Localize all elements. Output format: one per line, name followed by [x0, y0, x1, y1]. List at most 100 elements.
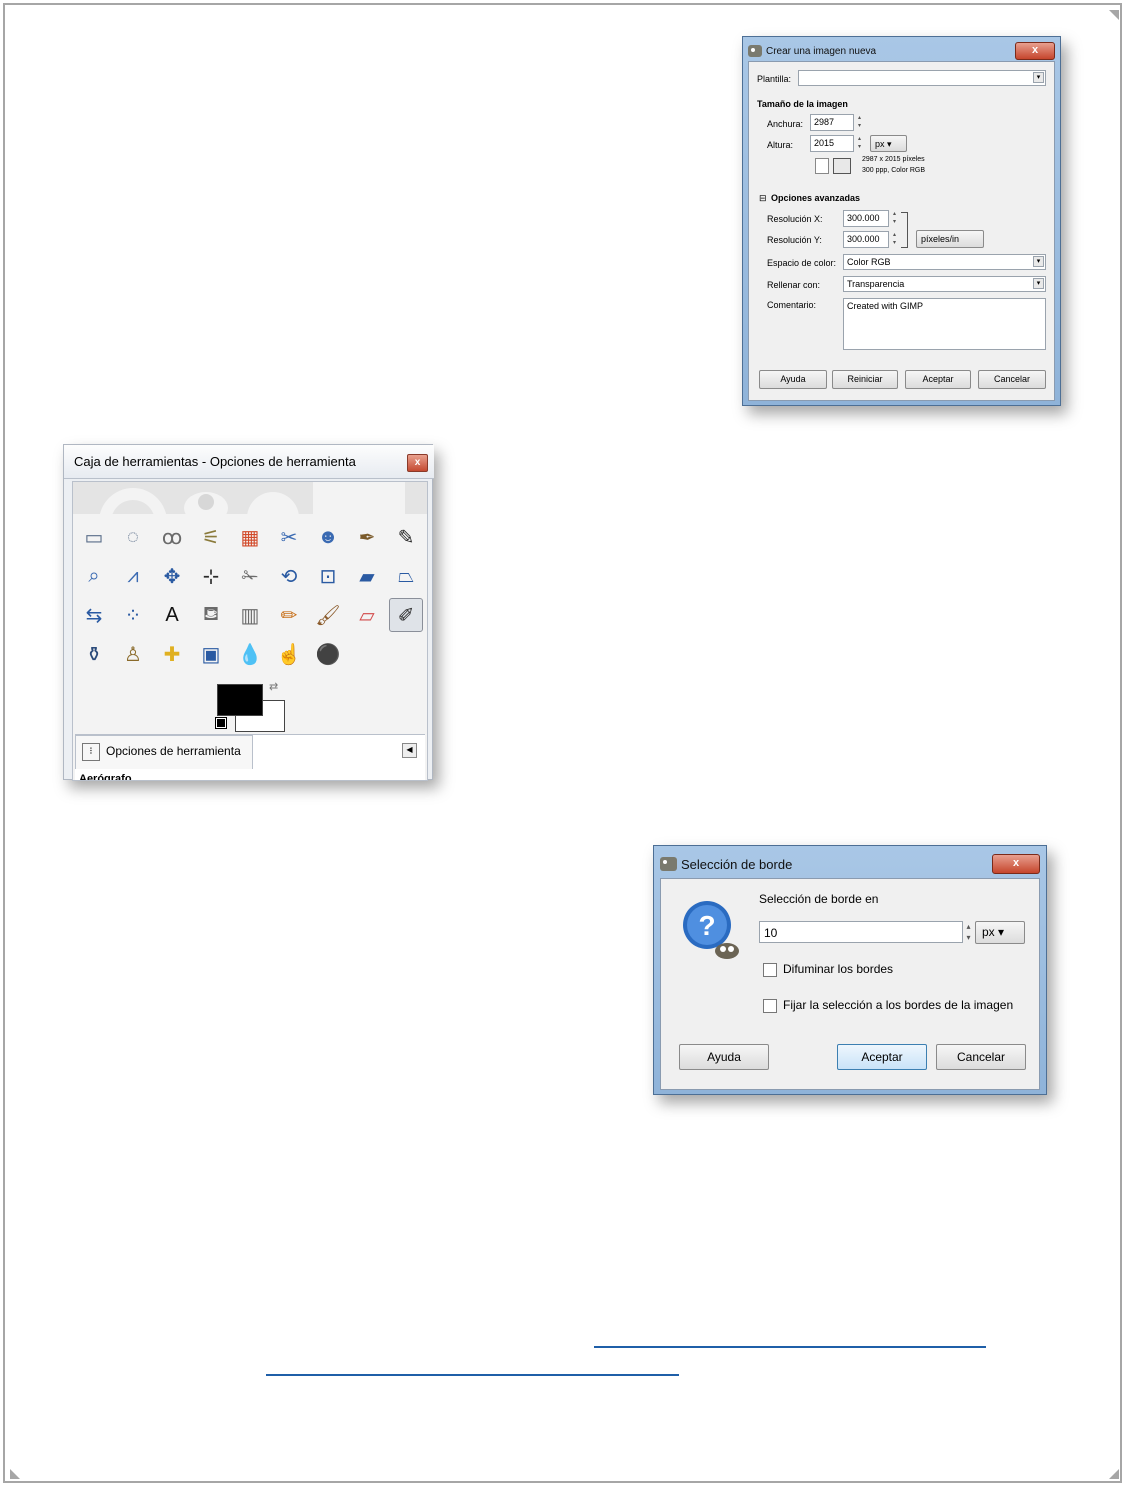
reset-button[interactable]: Reiniciar: [832, 370, 898, 389]
width-spinner[interactable]: ▴ ▾: [856, 114, 863, 132]
res-y-label: Resolución Y:: [767, 235, 822, 245]
clamp-checkbox[interactable]: [763, 999, 777, 1013]
color-picker-tool-icon[interactable]: ✎: [389, 520, 423, 554]
question-icon: ?: [683, 901, 739, 959]
landscape-icon[interactable]: [833, 158, 851, 174]
ink-tool-icon[interactable]: ⚱: [77, 637, 111, 671]
pencil-tool-icon[interactable]: ✏: [272, 598, 306, 632]
shear-tool-icon[interactable]: ▰: [350, 559, 384, 593]
portrait-icon[interactable]: [815, 158, 829, 174]
help-button[interactable]: Ayuda: [759, 370, 827, 389]
smudge-tool-icon[interactable]: ☝: [272, 637, 306, 671]
hyperlink-line-2[interactable]: [266, 1362, 679, 1376]
swap-colors-icon[interactable]: ⇄: [269, 680, 278, 693]
border-prompt-label: Selección de borde en: [759, 892, 879, 906]
new-image-dialog: Crear una imagen nueva x Plantilla: ▾ Ta…: [742, 36, 1061, 406]
feather-checkbox[interactable]: [763, 963, 777, 977]
hyperlink-line-1[interactable]: [594, 1334, 986, 1348]
fill-label: Rellenar con:: [767, 280, 821, 290]
template-select[interactable]: ▾: [798, 70, 1046, 86]
text-tool-icon[interactable]: A: [155, 598, 189, 632]
paintbrush-tool-icon[interactable]: 🖌: [311, 598, 345, 632]
clamp-label[interactable]: Fijar la selección a los bordes de la im…: [783, 998, 1013, 1012]
ellipse-select-tool-icon[interactable]: ◌: [116, 520, 150, 554]
colorspace-label: Espacio de color:: [767, 258, 837, 268]
accept-button[interactable]: Aceptar: [905, 370, 971, 389]
perspective-tool-icon[interactable]: ⏢: [389, 559, 423, 593]
default-colors-icon[interactable]: [215, 717, 227, 729]
advanced-options-heading[interactable]: Opciones avanzadas: [771, 193, 860, 203]
perspective-clone-tool-icon[interactable]: ▣: [194, 637, 228, 671]
comment-textarea[interactable]: Created with GIMP: [843, 298, 1046, 350]
blend-tool-icon[interactable]: ▥: [233, 598, 267, 632]
measure-tool-icon[interactable]: ⩘: [116, 559, 150, 593]
chain-link-icon[interactable]: [901, 212, 908, 248]
move-tool-icon[interactable]: ✥: [155, 559, 189, 593]
rect-select-tool-icon[interactable]: ▭: [77, 520, 111, 554]
toolbox-title: Caja de herramientas - Opciones de herra…: [74, 454, 356, 469]
corner-mark-bottom-right: [1109, 1469, 1119, 1479]
cage-transform-tool-icon[interactable]: ⁘: [116, 598, 150, 632]
heal-tool-icon[interactable]: ✚: [155, 637, 189, 671]
blur-sharpen-tool-icon[interactable]: 💧: [233, 637, 267, 671]
help-button[interactable]: Ayuda: [679, 1044, 769, 1070]
height-input[interactable]: 2015: [810, 135, 854, 152]
flip-tool-icon[interactable]: ⇆: [77, 598, 111, 632]
border-width-input[interactable]: 10: [759, 921, 963, 943]
select-by-color-tool-icon[interactable]: ▦: [233, 520, 267, 554]
dodge-burn-tool-icon[interactable]: ⚫: [311, 637, 345, 671]
new-image-title-bar[interactable]: Crear una imagen nueva x: [748, 42, 1055, 60]
border-title-bar[interactable]: Selección de borde x: [660, 852, 1040, 876]
zoom-tool-icon[interactable]: ⌕: [77, 559, 111, 593]
chevron-down-icon[interactable]: ▾: [1033, 278, 1044, 289]
height-spinner[interactable]: ▴ ▾: [856, 135, 863, 153]
feather-label[interactable]: Difuminar los bordes: [783, 962, 893, 976]
foreground-select-tool-icon[interactable]: ☻: [311, 520, 345, 554]
resolution-unit-dropdown[interactable]: píxeles/in: [916, 230, 984, 248]
foreground-color-swatch[interactable]: [217, 684, 263, 716]
paths-tool-icon[interactable]: ✒: [350, 520, 384, 554]
corner-mark-bottom-left: [10, 1469, 20, 1479]
cancel-button[interactable]: Cancelar: [936, 1044, 1026, 1070]
tab-tool-options[interactable]: ⁝ Opciones de herramienta: [75, 735, 253, 769]
align-tool-icon[interactable]: ⊹: [194, 559, 228, 593]
wilber-header-graphic: [73, 482, 427, 514]
colorspace-select[interactable]: Color RGB ▾: [843, 254, 1046, 270]
accept-button[interactable]: Aceptar: [837, 1044, 927, 1070]
collapse-icon[interactable]: ⊟: [759, 193, 767, 204]
res-x-input[interactable]: 300.000: [843, 210, 889, 227]
clone-tool-icon[interactable]: ♙: [116, 637, 150, 671]
fill-select[interactable]: Transparencia ▾: [843, 276, 1046, 292]
close-button[interactable]: x: [992, 854, 1040, 874]
res-x-spinner[interactable]: ▴ ▾: [891, 210, 898, 228]
size-info-line1: 2987 x 2015 píxeles: [862, 156, 925, 163]
airbrush-tool-icon[interactable]: ✐: [389, 598, 423, 632]
width-input[interactable]: 2987: [810, 114, 854, 131]
tab-menu-icon[interactable]: ◀: [402, 743, 417, 758]
bucket-fill-tool-icon[interactable]: ⛾: [194, 598, 228, 632]
res-y-input[interactable]: 300.000: [843, 231, 889, 248]
border-dialog-body: ? Selección de borde en 10 ▴ ▾ px ▾ Difum…: [660, 878, 1040, 1090]
crop-tool-icon[interactable]: ✁: [233, 559, 267, 593]
chevron-down-icon[interactable]: ▾: [1033, 256, 1044, 267]
close-button[interactable]: x: [1015, 42, 1055, 60]
chevron-down-icon[interactable]: ▾: [1033, 72, 1044, 83]
res-y-spinner[interactable]: ▴ ▾: [891, 231, 898, 249]
scissors-tool-icon[interactable]: ✂: [272, 520, 306, 554]
height-label: Altura:: [767, 140, 794, 150]
tool-options-panel: ⁝ Opciones de herramienta ◀ Aerógrafo: [75, 734, 425, 780]
toolbox-title-bar[interactable]: Caja de herramientas - Opciones de herra…: [64, 445, 434, 479]
gimp-icon: [660, 857, 677, 871]
fuzzy-select-tool-icon[interactable]: ⚟: [194, 520, 228, 554]
border-width-spinner[interactable]: ▴ ▾: [965, 921, 972, 943]
cancel-button[interactable]: Cancelar: [978, 370, 1046, 389]
eraser-tool-icon[interactable]: ▱: [350, 598, 384, 632]
border-unit-dropdown[interactable]: px ▾: [975, 921, 1025, 944]
rotate-tool-icon[interactable]: ⟲: [272, 559, 306, 593]
unit-dropdown[interactable]: px ▾: [870, 135, 907, 152]
tool-grid: ▭ ◌ ꝏ ⚟ ▦ ✂ ☻ ✒ ✎ ⌕ ⩘ ✥ ⊹ ✁ ⟲ ⊡ ▰ ⏢ ⇆ ⁘ A ⛾ ▥ ✏ 🖌 ▱ ✐ ⚱ ♙ ✚ ▣ 💧 ☝ ⚫: [73, 520, 427, 680]
toolbox-window: Caja de herramientas - Opciones de herra…: [63, 444, 434, 781]
free-select-tool-icon[interactable]: ꝏ: [155, 520, 189, 554]
close-button[interactable]: x: [407, 454, 428, 472]
scale-tool-icon[interactable]: ⊡: [311, 559, 345, 593]
